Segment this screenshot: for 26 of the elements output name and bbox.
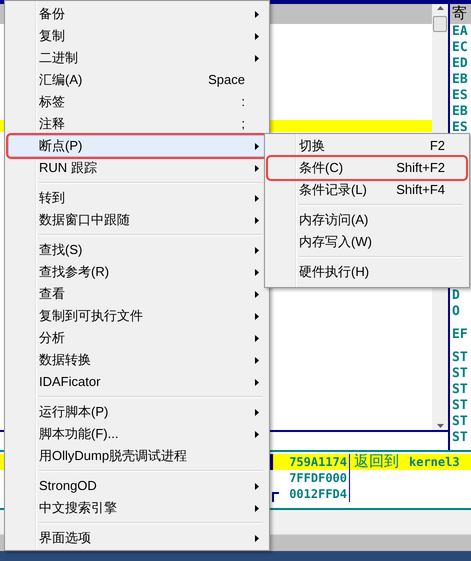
shortcut-text: Shift+F2 xyxy=(396,159,445,178)
shortcut-text: ; xyxy=(241,115,245,134)
register-name: ST xyxy=(452,382,469,398)
register-name: EB xyxy=(452,104,469,120)
shortcut-text: F2 xyxy=(430,137,445,156)
register-name: EA xyxy=(452,24,469,40)
register-name: O xyxy=(452,304,461,320)
register-name: ST xyxy=(452,414,469,430)
register-name: EB xyxy=(452,72,469,88)
register-name: ST xyxy=(452,366,469,382)
register-name: ST xyxy=(452,398,469,414)
register-name: ES xyxy=(452,120,469,136)
register-name: ES xyxy=(452,88,469,104)
register-name: ST xyxy=(452,350,469,366)
shortcut-text: Shift+F4 xyxy=(396,181,445,200)
comment-target: kernel3 xyxy=(409,454,460,471)
shortcut-text: : xyxy=(241,93,245,112)
comment-label: 返回到 xyxy=(354,454,399,470)
shortcut-text: Space xyxy=(208,71,245,90)
register-name: EF xyxy=(452,327,469,343)
register-name: ED xyxy=(452,56,469,72)
register-header: 寄 xyxy=(450,4,471,24)
register-name: D xyxy=(452,288,461,304)
register-name: ST xyxy=(452,430,469,446)
stack-address: 0012FFD4 xyxy=(280,486,350,502)
register-name: EC xyxy=(452,40,469,56)
